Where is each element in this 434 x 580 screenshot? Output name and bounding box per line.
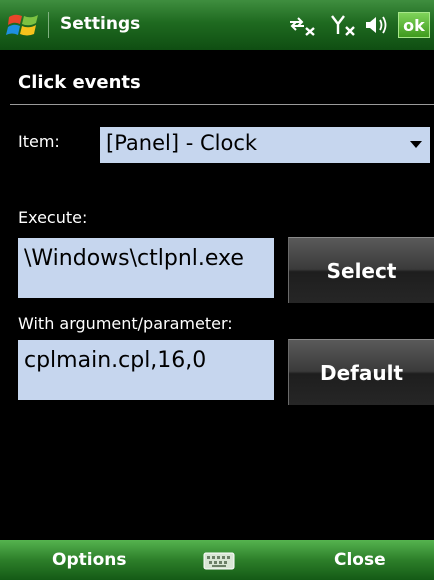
execute-label: Execute: [18, 208, 88, 227]
start-icon[interactable] [6, 8, 40, 42]
keyboard-icon[interactable] [203, 552, 235, 570]
argument-label: With argument/parameter: [18, 314, 233, 333]
argument-field[interactable]: cplmain.cpl,16,0 [18, 340, 274, 400]
item-label: Item: [18, 132, 60, 151]
execute-field[interactable]: \Windows\ctlpnl.exe [18, 238, 274, 298]
default-button[interactable]: Default [288, 339, 434, 405]
divider [10, 104, 434, 105]
connectivity-icon[interactable] [288, 14, 316, 36]
volume-icon[interactable] [364, 14, 388, 36]
title-separator [48, 12, 49, 38]
item-dropdown[interactable]: [Panel] - Clock [100, 127, 430, 163]
softkey-bar: Options Close [0, 540, 434, 580]
page-title: Settings [60, 14, 141, 34]
chevron-down-icon[interactable] [410, 141, 422, 148]
section-title: Click events [18, 72, 141, 93]
signal-off-icon[interactable] [330, 14, 356, 36]
ok-button[interactable]: ok [398, 12, 430, 38]
select-button[interactable]: Select [288, 237, 434, 303]
item-dropdown-value: [Panel] - Clock [106, 131, 258, 155]
options-softkey[interactable]: Options [52, 550, 126, 570]
close-softkey[interactable]: Close [334, 550, 386, 570]
title-bar: Settings ok [0, 0, 434, 50]
